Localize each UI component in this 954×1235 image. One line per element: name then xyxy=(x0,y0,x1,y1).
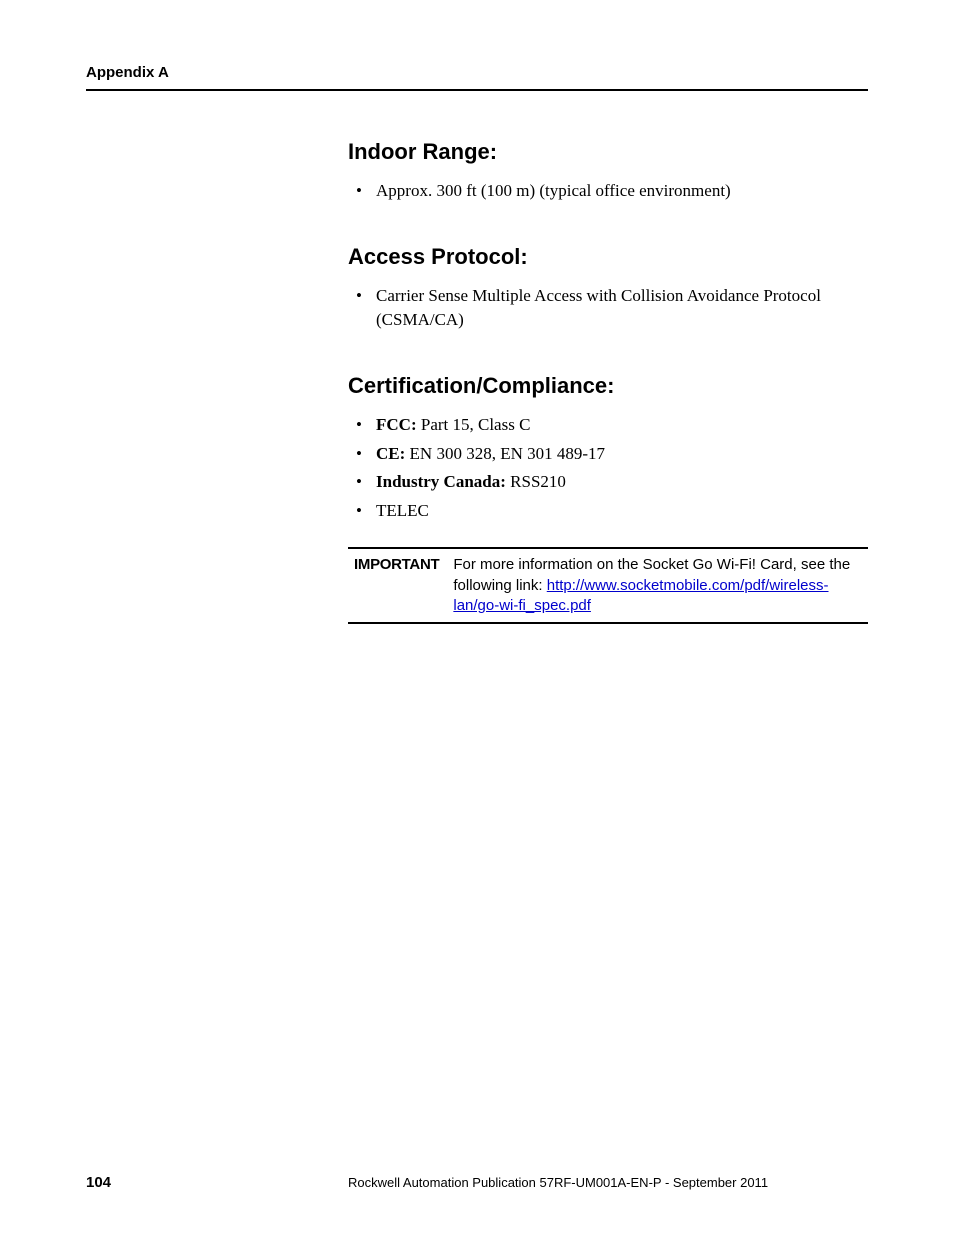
list-item: CE: EN 300 328, EN 301 489-17 xyxy=(376,442,868,467)
item-bold: FCC: xyxy=(376,415,417,434)
important-label: IMPORTANT xyxy=(348,555,453,616)
item-bold: CE: xyxy=(376,444,405,463)
list-item: FCC: Part 15, Class C xyxy=(376,413,868,438)
important-text: For more information on the Socket Go Wi… xyxy=(453,555,868,616)
item-text: RSS210 xyxy=(506,472,566,491)
section-heading-indoor-range: Indoor Range: xyxy=(348,139,868,165)
footer-text: Rockwell Automation Publication 57RF-UM0… xyxy=(348,1175,868,1190)
header-rule xyxy=(86,89,868,91)
list-item: Approx. 300 ft (100 m) (typical office e… xyxy=(376,179,868,204)
footer: 104 Rockwell Automation Publication 57RF… xyxy=(86,1174,868,1191)
appendix-label: Appendix A xyxy=(86,64,868,81)
list-item: TELEC xyxy=(376,499,868,524)
list-item: Carrier Sense Multiple Access with Colli… xyxy=(376,284,868,333)
access-protocol-list: Carrier Sense Multiple Access with Colli… xyxy=(348,284,868,333)
item-text: Part 15, Class C xyxy=(417,415,531,434)
certification-list: FCC: Part 15, Class C CE: EN 300 328, EN… xyxy=(348,413,868,524)
item-text: EN 300 328, EN 301 489-17 xyxy=(405,444,605,463)
item-text: Carrier Sense Multiple Access with Colli… xyxy=(376,286,821,330)
section-heading-certification: Certification/Compliance: xyxy=(348,373,868,399)
item-text: TELEC xyxy=(376,501,429,520)
list-item: Industry Canada: RSS210 xyxy=(376,470,868,495)
important-box: IMPORTANT For more information on the So… xyxy=(348,547,868,624)
section-heading-access-protocol: Access Protocol: xyxy=(348,244,868,270)
indoor-range-list: Approx. 300 ft (100 m) (typical office e… xyxy=(348,179,868,204)
item-bold: Industry Canada: xyxy=(376,472,506,491)
item-text: Approx. 300 ft (100 m) (typical office e… xyxy=(376,181,731,200)
main-content: Indoor Range: Approx. 300 ft (100 m) (ty… xyxy=(348,139,868,624)
page-number: 104 xyxy=(86,1174,348,1191)
